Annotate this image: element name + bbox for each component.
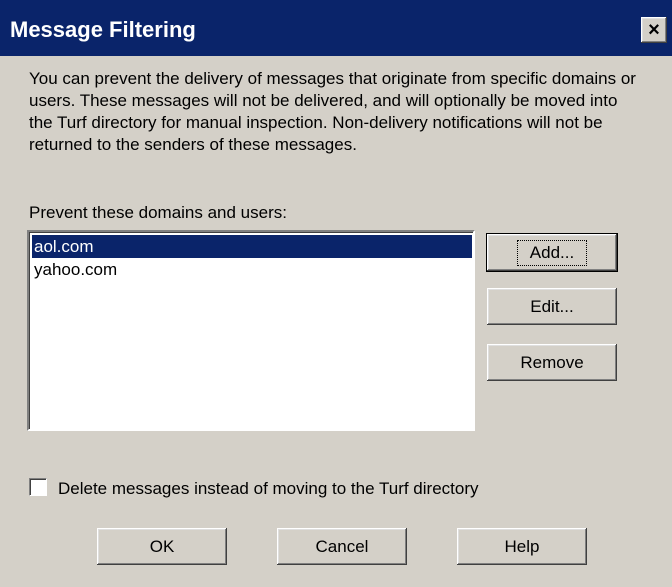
add-button-label: Add... <box>516 239 588 266</box>
dialog-title: Message Filtering <box>10 17 196 42</box>
edit-button-label: Edit... <box>530 296 574 316</box>
delete-messages-label[interactable]: Delete messages instead of moving to the… <box>58 479 478 499</box>
cancel-button-label: Cancel <box>315 536 369 556</box>
edit-button[interactable]: Edit... <box>487 288 617 325</box>
remove-button-label: Remove <box>520 352 584 372</box>
help-button-label: Help <box>504 536 540 556</box>
ok-button-label: OK <box>149 536 175 556</box>
close-button[interactable]: × <box>641 17 667 43</box>
list-item-aol[interactable]: aol.com <box>32 235 472 258</box>
add-button[interactable]: Add... <box>486 233 618 272</box>
message-filtering-dialog: Message Filtering × You can prevent the … <box>0 0 672 587</box>
intro-text: You can prevent the delivery of messages… <box>29 69 636 154</box>
title-bar[interactable]: Message Filtering × <box>0 0 672 56</box>
delete-messages-checkbox[interactable] <box>29 478 47 496</box>
list-label: Prevent these domains and users: <box>29 203 287 222</box>
remove-button[interactable]: Remove <box>487 344 617 381</box>
blocked-senders-list[interactable]: aol.com yahoo.com <box>27 230 475 431</box>
ok-button[interactable]: OK <box>97 528 227 565</box>
close-icon: × <box>648 18 660 41</box>
list-item-yahoo[interactable]: yahoo.com <box>32 258 472 281</box>
help-button[interactable]: Help <box>457 528 587 565</box>
cancel-button[interactable]: Cancel <box>277 528 407 565</box>
